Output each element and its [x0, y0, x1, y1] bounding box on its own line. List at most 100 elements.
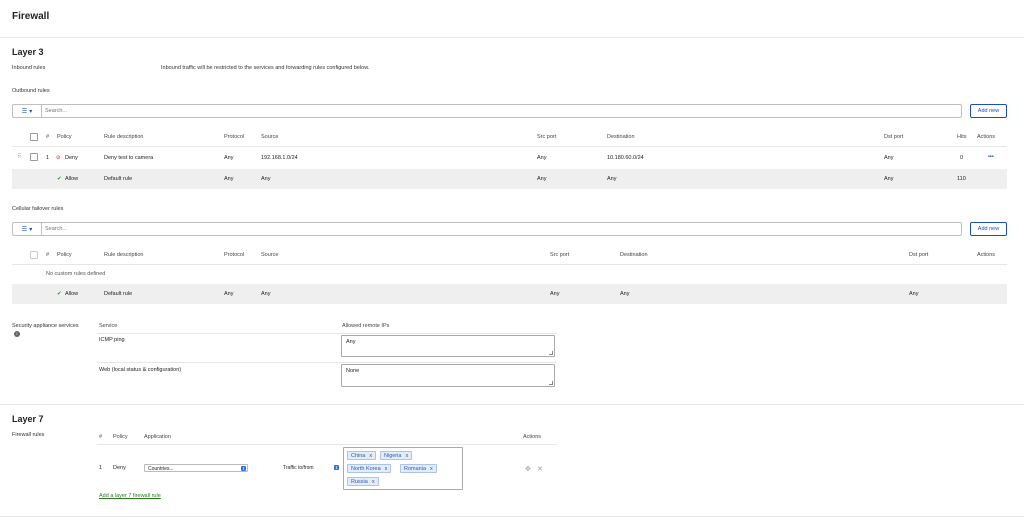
- page-title: Firewall: [12, 11, 50, 22]
- outbound-default-hits: 110: [957, 176, 966, 182]
- remove-tag-icon: x: [371, 479, 375, 485]
- cellular-header-desc: Rule description: [104, 252, 144, 258]
- outbound-header-desc: Rule description: [104, 134, 144, 140]
- move-icon[interactable]: ✥: [525, 465, 531, 473]
- inbound-rules-text: Inbound traffic will be restricted to th…: [161, 65, 370, 71]
- info-icon[interactable]: i: [14, 330, 20, 337]
- outbound-default-source: Any: [261, 176, 271, 182]
- country-tag[interactable]: North Korea x: [347, 464, 392, 473]
- drag-handle-icon[interactable]: ⠿: [17, 153, 21, 160]
- outbound-row-dst-port[interactable]: Any: [884, 155, 893, 161]
- outbound-header-actions: Actions: [977, 134, 996, 140]
- more-actions-icon[interactable]: •••: [988, 154, 994, 160]
- countries-multiselect[interactable]: China x Nigeria x North Korea x Romania x Ru…: [343, 447, 463, 490]
- layer7-header-actions: Actions: [523, 434, 542, 440]
- layer7-rule-num: 1: [99, 465, 103, 471]
- select-arrow-icon: ⇕: [334, 464, 339, 470]
- cellular-add-new-button[interactable]: Add new: [970, 222, 1007, 236]
- cellular-select-all-checkbox[interactable]: [30, 251, 38, 259]
- layer7-header-policy: Policy: [113, 434, 128, 440]
- cellular-default-row: [12, 284, 1007, 304]
- cellular-header-protocol: Protocol: [224, 252, 245, 258]
- outbound-search-input[interactable]: [45, 108, 945, 114]
- outbound-row-num: 1: [46, 155, 50, 161]
- layer7-rule-policy[interactable]: Deny: [113, 465, 126, 471]
- caret-down-icon: ▾: [29, 108, 33, 115]
- layer7-application-select[interactable]: Countries... ⇕: [144, 464, 248, 472]
- cellular-default-policy: Allow: [65, 291, 79, 297]
- cellular-search[interactable]: ☰ ▾: [12, 222, 962, 236]
- cellular-header-source: Source: [261, 252, 279, 258]
- outbound-default-destination: Any: [607, 176, 617, 182]
- country-tag[interactable]: Russia x: [347, 477, 379, 486]
- outbound-header-num: #: [46, 134, 50, 140]
- outbound-header-policy: Policy: [57, 134, 72, 140]
- cellular-filter-button[interactable]: ☰ ▾: [13, 223, 42, 235]
- outbound-row-checkbox[interactable]: [30, 153, 38, 161]
- outbound-search[interactable]: ☰ ▾: [12, 104, 962, 118]
- outbound-header-source: Source: [261, 134, 279, 140]
- layer7-traffic-select[interactable]: Traffic to/from ⇕: [280, 464, 340, 472]
- layer7-title: Layer 7: [12, 414, 44, 424]
- country-tag[interactable]: Nigeria x: [380, 451, 413, 460]
- cellular-default-source: Any: [261, 291, 271, 297]
- country-tag[interactable]: China x: [347, 451, 377, 460]
- check-icon: ✔: [57, 291, 62, 297]
- cellular-header-num: #: [46, 252, 50, 258]
- cellular-default-desc: Default rule: [104, 291, 133, 297]
- outbound-default-protocol: Any: [224, 176, 234, 182]
- sliders-icon: ☰: [21, 226, 28, 233]
- cellular-header-policy: Policy: [57, 252, 72, 258]
- outbound-row-protocol[interactable]: Any: [224, 155, 233, 161]
- outbound-header-protocol: Protocol: [224, 134, 245, 140]
- service-web-label: Web (local status & configuration): [99, 367, 182, 373]
- close-icon[interactable]: ✕: [537, 465, 543, 473]
- select-arrow-icon: ⇕: [241, 465, 246, 471]
- outbound-default-policy: Allow: [65, 176, 79, 182]
- cellular-header-dst-port: Dst port: [909, 252, 929, 258]
- outbound-add-new-button[interactable]: Add new: [970, 104, 1007, 118]
- layer7-rules-label: Firewall rules: [12, 432, 45, 438]
- outbound-default-desc: Default rule: [104, 176, 133, 182]
- remove-tag-icon: x: [405, 453, 409, 459]
- outbound-rules-label: Outbound rules: [12, 88, 50, 94]
- caret-down-icon: ▾: [29, 226, 33, 233]
- services-label: Security appliance services i: [12, 323, 79, 337]
- layer7-header-num: #: [99, 434, 103, 440]
- cellular-header-src-port: Src port: [550, 252, 570, 258]
- cellular-rules-label: Cellular failover rules: [12, 206, 64, 212]
- outbound-row-destination[interactable]: 10.180.60.0/24: [607, 155, 644, 161]
- add-layer7-rule-link[interactable]: Add a layer 7 firewall rule: [99, 493, 161, 499]
- outbound-row-desc[interactable]: Deny test to camera: [104, 155, 153, 161]
- cellular-default-destination: Any: [620, 291, 630, 297]
- cellular-header-destination: Destination: [620, 252, 648, 258]
- check-icon: ✔: [57, 176, 62, 182]
- outbound-row-policy[interactable]: Deny: [65, 155, 78, 161]
- sliders-icon: ☰: [21, 108, 28, 115]
- icmp-allowed-ips-textarea[interactable]: Any: [341, 335, 555, 357]
- cellular-default-protocol: Any: [224, 291, 234, 297]
- web-allowed-ips-textarea[interactable]: None: [341, 364, 555, 387]
- outbound-row-src-port[interactable]: Any: [537, 155, 546, 161]
- cellular-default-src-port: Any: [550, 291, 560, 297]
- deny-icon: ⊘: [56, 155, 61, 161]
- outbound-header-destination: Destination: [607, 134, 635, 140]
- country-tag[interactable]: Romania x: [400, 464, 437, 473]
- outbound-row-source[interactable]: 192.168.1.0/24: [261, 155, 298, 161]
- inbound-rules-label: Inbound rules: [12, 65, 46, 71]
- layer7-header-application: Application: [144, 434, 171, 440]
- outbound-default-src-port: Any: [537, 176, 547, 182]
- cellular-header-actions: Actions: [977, 252, 996, 258]
- outbound-default-dst-port: Any: [884, 176, 894, 182]
- remove-tag-icon: x: [430, 466, 433, 472]
- outbound-default-row: [12, 169, 1007, 189]
- layer3-title: Layer 3: [12, 47, 44, 57]
- cellular-search-input[interactable]: [45, 226, 945, 232]
- remove-tag-icon: x: [384, 466, 388, 472]
- outbound-select-all-checkbox[interactable]: [30, 133, 38, 141]
- outbound-filter-button[interactable]: ☰ ▾: [13, 105, 42, 117]
- outbound-row-hits: 0: [960, 155, 964, 161]
- services-header-allowed: Allowed remote IPs: [342, 323, 390, 329]
- cellular-default-dst-port: Any: [909, 291, 919, 297]
- outbound-header-src-port: Src port: [537, 134, 557, 140]
